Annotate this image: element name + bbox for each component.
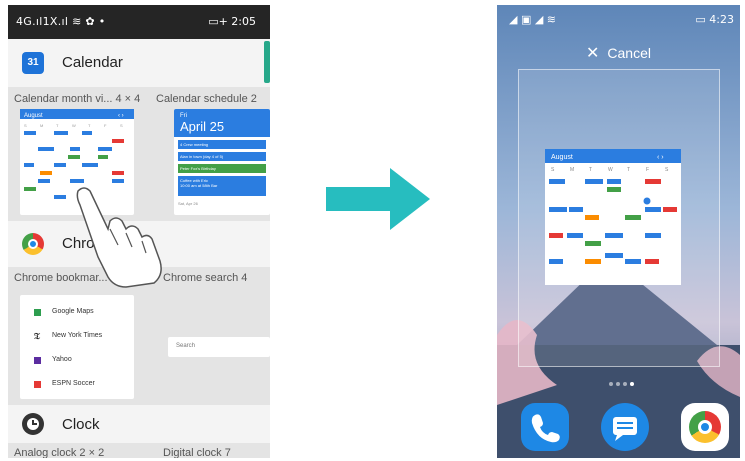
chrome-icon[interactable]: [681, 403, 729, 451]
svg-text:T: T: [88, 123, 91, 128]
status-bar: ◢ ▣ ◢ ≋ ▭ 4:23: [497, 5, 740, 33]
google-maps-icon: [34, 309, 41, 316]
svg-text:M: M: [570, 167, 574, 173]
svg-text:T: T: [589, 167, 592, 173]
svg-text:M: M: [40, 123, 43, 128]
chrome-bookmarks-widget[interactable]: Google Maps 𝔗 New York Times Yahoo ESPN …: [20, 295, 134, 399]
placed-calendar-month: August: [551, 154, 573, 161]
bookmark-item[interactable]: Google Maps: [20, 301, 134, 325]
search-input[interactable]: Search: [176, 343, 195, 349]
transition-arrow-icon: [326, 168, 430, 230]
svg-text:‹ ›: ‹ ›: [657, 154, 664, 161]
widget-label-analog-clock: Analog clock 2 × 2: [14, 447, 105, 458]
svg-text:W: W: [608, 167, 613, 173]
close-icon: ✕: [586, 45, 600, 62]
status-left: 4G.ıl1X.ıl ≋ ✿ •: [16, 15, 106, 28]
cancel-label: Cancel: [607, 45, 651, 61]
app-name-calendar: Calendar: [62, 54, 123, 71]
svg-text:‹ ›: ‹ ›: [118, 113, 124, 119]
bookmark-item[interactable]: Yahoo: [20, 349, 134, 373]
widget-label-chrome-search: Chrome search 4: [163, 272, 248, 284]
widget-label-digital-clock: Digital clock 7: [163, 447, 231, 458]
nyt-icon: 𝔗: [34, 331, 40, 341]
cancel-button[interactable]: ✕ Cancel: [497, 43, 740, 63]
yahoo-icon: [34, 357, 41, 364]
status-right: ▭+ 2:05: [208, 15, 256, 28]
page-dot[interactable]: [609, 382, 613, 386]
app-row-calendar[interactable]: 31 Calendar: [8, 39, 270, 87]
status-left: ◢ ▣ ◢ ≋: [509, 13, 557, 26]
chrome-icon: [22, 233, 44, 255]
widget-label-calendar-month: Calendar month vi... 4 × 4: [14, 93, 141, 105]
calendar-month-widget-preview: August ‹ › S M T W T F S: [545, 149, 681, 264]
bookmark-item[interactable]: 𝔗 New York Times: [20, 325, 134, 349]
status-right: ▭ 4:23: [695, 13, 734, 26]
placed-calendar-widget[interactable]: August ‹ › S M T W T F S: [545, 149, 681, 285]
app-row-clock[interactable]: Clock: [8, 405, 270, 443]
messages-icon[interactable]: [601, 403, 649, 451]
scroll-indicator: [264, 41, 270, 83]
svg-text:S: S: [24, 123, 27, 128]
app-name-clock: Clock: [62, 416, 100, 433]
espn-icon: [34, 381, 41, 388]
widget-label-calendar-schedule: Calendar schedule 2: [156, 93, 257, 105]
status-bar: 4G.ıl1X.ıl ≋ ✿ • ▭+ 2:05: [8, 5, 270, 39]
schedule-header: Fri April 25: [174, 109, 270, 137]
svg-text:W: W: [72, 123, 76, 128]
clock-widgets-row: Analog clock 2 × 2 Digital clock 7: [8, 443, 270, 458]
page-indicator: [609, 373, 637, 386]
chrome-search-widget[interactable]: Search: [168, 337, 270, 357]
svg-text:S: S: [120, 123, 123, 128]
widget-picker-screen: 4G.ıl1X.ıl ≋ ✿ • ▭+ 2:05 31 Calendar Cal…: [8, 5, 270, 458]
page-dot[interactable]: [623, 382, 627, 386]
phone-icon[interactable]: [521, 403, 569, 451]
bookmark-item[interactable]: ESPN Soccer: [20, 373, 134, 397]
clock-icon: [22, 413, 44, 435]
touch-hand-icon: [76, 187, 162, 288]
calendar-month-name: August: [24, 113, 43, 119]
page-dot[interactable]: [616, 382, 620, 386]
page-dot-active[interactable]: [630, 382, 634, 386]
calendar-schedule-widget[interactable]: Fri April 25 4 Crew meeting Alan in town…: [174, 109, 270, 215]
svg-text:T: T: [56, 123, 59, 128]
svg-text:F: F: [104, 123, 107, 128]
svg-text:T: T: [627, 167, 630, 173]
svg-text:S: S: [665, 167, 669, 173]
home-screen: ◢ ▣ ◢ ≋ ▭ 4:23 ✕ Cancel August ‹ › S M T W T F…: [497, 5, 740, 458]
svg-text:F: F: [646, 167, 649, 173]
calendar-icon: 31: [22, 52, 44, 74]
svg-text:S: S: [551, 167, 555, 173]
